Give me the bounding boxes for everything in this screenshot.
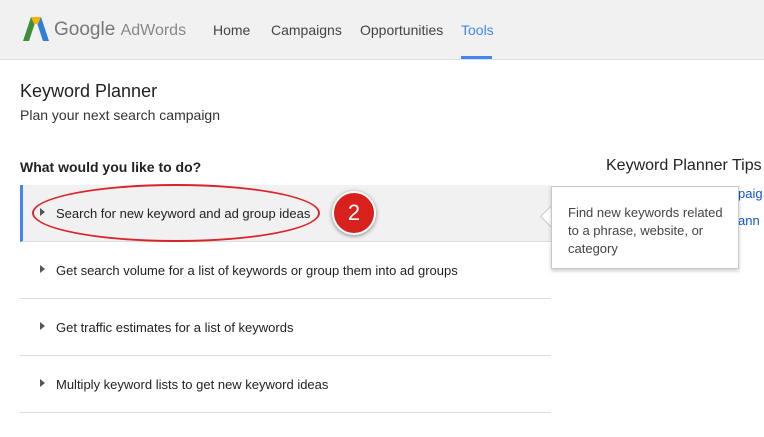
logo-product: AdWords: [120, 22, 187, 39]
nav-campaigns[interactable]: Campaigns: [271, 22, 342, 38]
option-label: Get traffic estimates for a list of keyw…: [56, 320, 294, 335]
option-tooltip: Find new keywords related to a phrase, w…: [551, 186, 739, 269]
tips-title: Keyword Planner Tips: [606, 157, 762, 174]
step-number-badge: 2: [332, 191, 376, 235]
page-title: Keyword Planner: [20, 81, 158, 101]
active-nav-indicator: [461, 56, 492, 59]
nav-home[interactable]: Home: [213, 22, 250, 38]
top-bar: Google AdWords Home Campaigns Opportunit…: [0, 0, 764, 60]
tips-link-1[interactable]: paig: [738, 186, 763, 201]
adwords-logo-icon[interactable]: [22, 15, 50, 43]
option-search-volume[interactable]: Get search volume for a list of keywords…: [20, 242, 551, 299]
option-traffic-estimates[interactable]: Get traffic estimates for a list of keyw…: [20, 299, 551, 356]
page-subtitle: Plan your next search campaign: [20, 107, 220, 123]
expand-arrow-icon: [40, 379, 45, 387]
option-label: Multiply keyword lists to get new keywor…: [56, 377, 329, 392]
tips-link-2[interactable]: ann: [738, 213, 760, 228]
logo-text[interactable]: Google AdWords: [54, 19, 186, 41]
logo-brand: Google: [54, 19, 116, 40]
nav-tools[interactable]: Tools: [461, 22, 494, 38]
nav-opportunities[interactable]: Opportunities: [360, 22, 443, 38]
option-multiply-keyword-lists[interactable]: Multiply keyword lists to get new keywor…: [20, 356, 551, 413]
option-label: Get search volume for a list of keywords…: [56, 263, 458, 278]
expand-arrow-icon: [40, 322, 45, 330]
options-question: What would you like to do?: [20, 159, 202, 175]
tooltip-text: Find new keywords related to a phrase, w…: [568, 205, 723, 256]
highlight-oval: [32, 184, 320, 242]
expand-arrow-icon: [40, 265, 45, 273]
